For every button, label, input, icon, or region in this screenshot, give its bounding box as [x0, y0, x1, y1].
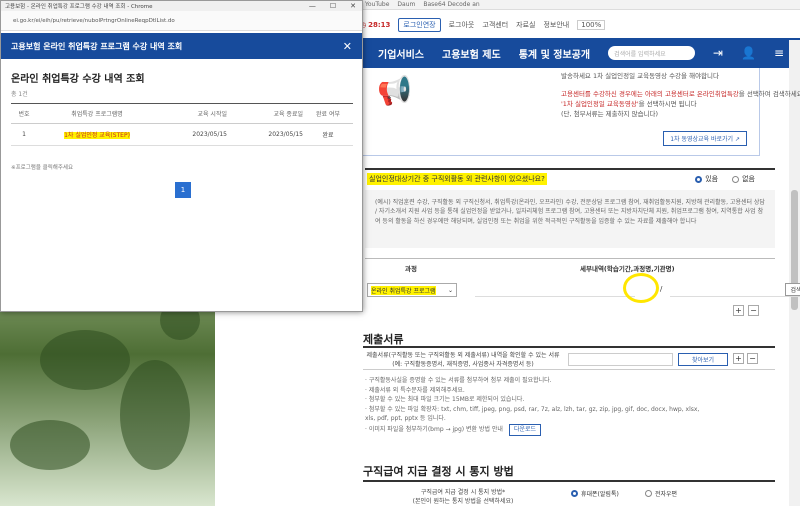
remove-file-button[interactable]: − — [747, 353, 758, 364]
popup-note: ※프로그램을 클릭해주세요 — [11, 165, 74, 171]
popup-titlebar: 고용보험 - 온라인 취업특강 프로그램 수강 내역 조회 - Chrome —… — [1, 1, 362, 11]
step-video-link-button[interactable]: 1차 동영상교육 바로가기 ↗ — [663, 131, 747, 146]
activity-description: (예시) 직업훈련 수강, 구직활동 외 구직신청서, 취업특강(온라인, 오프… — [365, 190, 775, 248]
other-activity-question: 실업인정대상기간 중 구직외활동 외 관련사항이 있으셨나요? 있음 없음 — [365, 168, 775, 188]
search-button[interactable]: 검색 — [785, 283, 800, 296]
col-detail: 세부내역(학습기간,과정명,기관명) — [580, 265, 675, 273]
documents-title: 제출서류 — [363, 333, 404, 346]
browse-button[interactable]: 찾아보기 — [678, 353, 728, 366]
close-icon[interactable]: ✕ — [343, 40, 352, 53]
session-timer: ◷ 28:13 — [360, 21, 391, 29]
program-link[interactable]: 1차 실업인정 교육(STEP) — [37, 123, 157, 146]
popup-header: 고용보험 온라인 취업특강 프로그램 수강 내역 조회 ✕ — [1, 33, 362, 59]
bookmark-youtube[interactable]: YouTube — [365, 1, 389, 8]
remove-row-button[interactable]: − — [748, 305, 759, 316]
attachment-notes: · 구직활동사실을 증명할 수 있는 서류를 첨부하여 첨부 제출이 필요합니다… — [365, 376, 775, 436]
info-link[interactable]: 정보안내 — [543, 20, 569, 30]
nav-item-business[interactable]: 기업서비스 — [378, 46, 424, 61]
detail-input-1[interactable] — [475, 283, 635, 297]
row-controls: + − — [733, 305, 759, 316]
popup-url-bar[interactable]: ei.go.kr/ei/eih/pu/retrieve/nubolPrtngrO… — [1, 11, 362, 31]
utility-bar: ◷ 28:13 로그인연장 로그아웃 고객센터 자료실 정보안내 100% — [360, 14, 800, 36]
page-scrollbar[interactable] — [789, 40, 800, 506]
nav-item-statistics[interactable]: 통계 및 정보공개 — [519, 46, 590, 61]
add-row-button[interactable]: + — [733, 305, 744, 316]
radio-kakao[interactable]: 휴대폰(알림톡) — [571, 489, 619, 498]
popup-title: 온라인 취업특강 수강 내역 조회 — [11, 74, 145, 85]
logout-link[interactable]: 로그아웃 — [449, 20, 475, 30]
close-window-icon[interactable]: ✕ — [350, 2, 356, 10]
radio-no[interactable]: 없음 — [732, 174, 755, 184]
chevron-down-icon: ⌄ — [447, 286, 453, 294]
data-room-link[interactable]: 자료실 — [516, 20, 535, 30]
extend-login-button[interactable]: 로그인연장 — [398, 18, 441, 32]
main-nav: 기업서비스 고용보험 제도 통계 및 정보공개 검색어를 입력하세요 ⇥ 👤 ≡ — [360, 38, 800, 68]
lecture-history-table: 번호 취업특강 프로그램명 교육 시작일 교육 종료일 완료 여부 1 1차 실… — [11, 103, 353, 146]
logout-icon[interactable]: ⇥ — [713, 46, 723, 60]
documents-row: 제출서류(구직활동 또는 구직외활동 외 제출서류) 내역을 확인할 수 있는 … — [363, 346, 775, 370]
zoom-level[interactable]: 100% — [577, 20, 606, 30]
menu-icon[interactable]: ≡ — [774, 46, 784, 60]
payment-notice-title: 구직급여 지급 결정 시 통지 방법 — [363, 465, 514, 478]
payment-notice-row: 구직급여 지급 결정 시 통지 방법* (본인이 원하는 통지 방법을 선택하세요… — [363, 480, 775, 506]
megaphone-icon: 📢 — [377, 74, 412, 107]
radio-email[interactable]: 전자우편 — [645, 489, 677, 498]
question-text: 실업인정대상기간 중 구직외활동 외 관련사항이 있으셨나요? — [367, 173, 547, 185]
result-count: 총 1건 — [11, 91, 28, 98]
maximize-icon[interactable]: ☐ — [330, 2, 336, 10]
user-icon[interactable]: 👤 — [741, 46, 756, 60]
popup-window: 고용보험 - 온라인 취업특강 프로그램 수강 내역 조회 - Chrome —… — [0, 0, 363, 312]
detail-input-2[interactable] — [670, 283, 800, 297]
table-row[interactable]: 1 1차 실업인정 교육(STEP) 2023/05/15 2023/05/15… — [11, 123, 353, 146]
radio-yes[interactable]: 있음 — [695, 174, 718, 184]
nav-item-insurance[interactable]: 고용보험 제도 — [442, 46, 501, 61]
activity-detail-table: 과정 세부내역(학습기간,과정명,기관명) 온라인 취업특강 프로그램 ⌄ / 검… — [365, 258, 800, 318]
course-select[interactable]: 온라인 취업특강 프로그램 ⌄ — [367, 283, 457, 297]
col-course: 과정 — [405, 265, 417, 273]
bookmark-base64[interactable]: Base64 Decode an — [423, 1, 479, 8]
download-guide-button[interactable]: 다운로드 — [508, 423, 542, 436]
bookmark-daum[interactable]: Daum — [397, 1, 415, 8]
customer-center-link[interactable]: 고객센터 — [482, 20, 508, 30]
file-path-input[interactable] — [568, 353, 673, 366]
search-input[interactable]: 검색어를 입력하세요 — [608, 46, 695, 60]
info-box: 📢 발송하세요 1차 실업인정일 교육동영상 수강을 해야합니다 고용센터를 수… — [360, 68, 800, 156]
minimize-icon[interactable]: — — [309, 2, 316, 10]
highlight-circle — [623, 273, 659, 303]
add-file-button[interactable]: + — [733, 353, 744, 364]
pagination-page-1[interactable]: 1 — [175, 182, 191, 198]
